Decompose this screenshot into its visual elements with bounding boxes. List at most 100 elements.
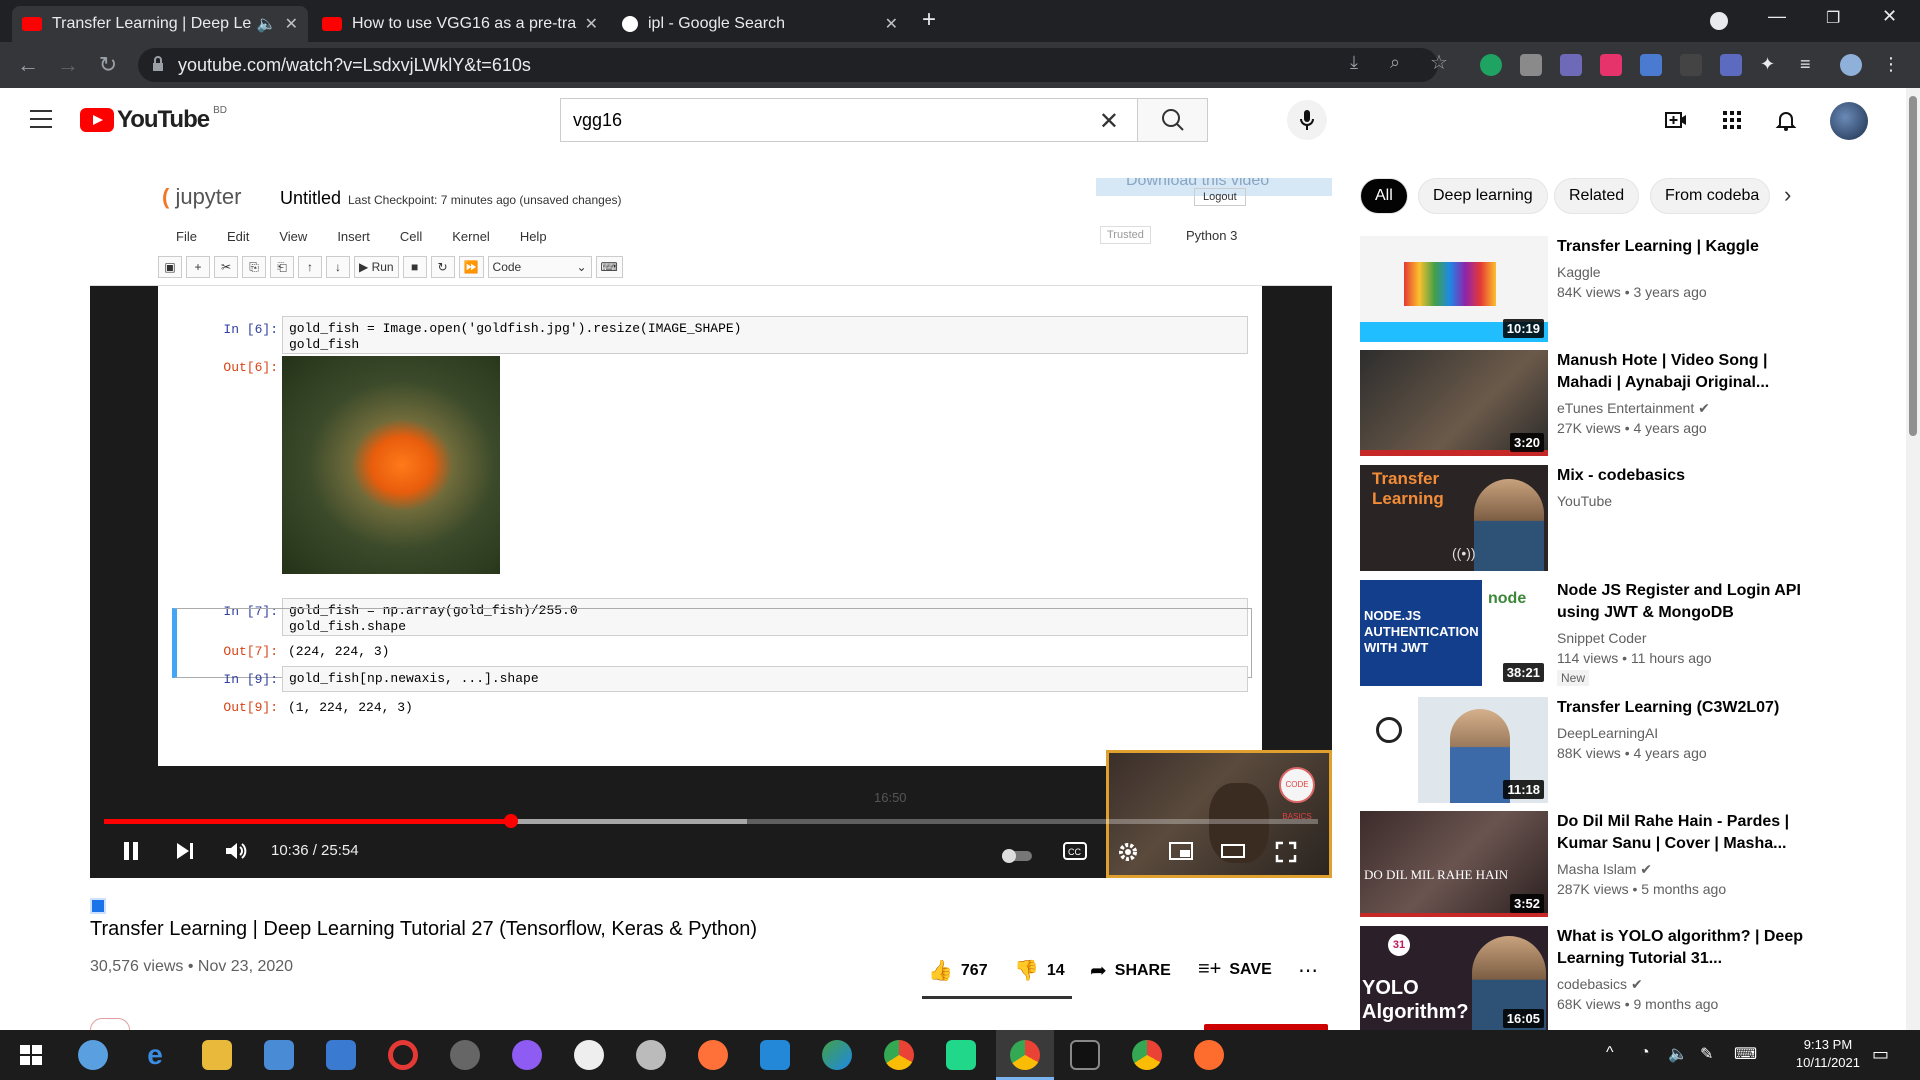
terminal-icon[interactable] (1070, 1040, 1100, 1070)
page-scrollbar[interactable] (1906, 88, 1920, 1030)
back-button[interactable]: ← (14, 52, 42, 78)
file-explorer-icon[interactable] (202, 1040, 232, 1070)
tab-search-button[interactable] (1710, 12, 1728, 30)
miniplayer-button[interactable] (1168, 840, 1194, 868)
inkscape-icon[interactable] (450, 1040, 480, 1070)
autoplay-toggle[interactable] (1000, 844, 1034, 870)
zoom-icon[interactable]: ⌕ (1390, 52, 1400, 73)
extension-icon[interactable] (1680, 54, 1702, 76)
paint-icon[interactable] (636, 1040, 666, 1070)
captions-button[interactable]: CC (1062, 840, 1088, 868)
next-button[interactable] (174, 840, 196, 868)
system-clock[interactable]: 9:13 PM 10/11/2021 (1796, 1036, 1860, 1072)
youtube-logo[interactable]: YouTube BD (80, 105, 227, 134)
recommendation-item[interactable]: DO DIL MIL RAHE HAIN 3:52 Do Dil Mil Rah… (1360, 811, 1860, 917)
scrollbar-thumb[interactable] (1909, 96, 1917, 436)
reload-button[interactable]: ↻ (94, 52, 122, 78)
postman-icon[interactable] (1194, 1040, 1224, 1070)
dislike-button[interactable]: 👎 14 (1014, 958, 1065, 983)
hamburger-menu-icon[interactable] (30, 110, 52, 134)
browser-menu-icon[interactable]: ⋮ (1882, 54, 1904, 76)
profile-avatar[interactable] (1840, 54, 1862, 76)
chrome-icon[interactable] (884, 1040, 914, 1070)
close-tab-icon[interactable]: ✕ (585, 14, 598, 34)
tray-chevron-up-icon[interactable]: ^ (1606, 1044, 1614, 1062)
close-tab-icon[interactable]: ✕ (885, 14, 898, 34)
forward-button[interactable]: → (54, 52, 82, 78)
tab-vgg16[interactable]: How to use VGG16 as a pre-train ✕ (312, 6, 608, 42)
camera-extension-icon[interactable] (1520, 54, 1542, 76)
chip-all[interactable]: All (1360, 178, 1408, 214)
fullscreen-button[interactable] (1274, 840, 1298, 870)
pen-extension-icon[interactable] (1720, 54, 1742, 76)
chevron-right-icon[interactable]: › (1784, 182, 1791, 208)
search-button[interactable] (1137, 99, 1207, 141)
scrubber-knob[interactable] (503, 814, 518, 828)
install-icon[interactable]: ⤓ (1350, 52, 1358, 73)
progress-bar[interactable] (104, 814, 1318, 828)
more-actions-button[interactable]: ⋯ (1298, 958, 1326, 983)
address-bar[interactable]: youtube.com/watch?v=LsdxvjLWklY&t=610s (138, 48, 1438, 82)
theater-mode-icon (1221, 844, 1245, 858)
recommendation-item[interactable]: 31 YOLO Algorithm? 16:05 What is YOLO al… (1360, 926, 1860, 1032)
wifi-icon[interactable]: ◔ (1640, 1044, 1650, 1062)
search-input[interactable]: vgg16 ✕ (560, 98, 1208, 142)
pycharm-icon[interactable] (946, 1040, 976, 1070)
share-button[interactable]: ➦ SHARE (1090, 958, 1171, 983)
close-window-button[interactable]: ✕ (1882, 6, 1897, 27)
recommendation-item[interactable]: NODE.JS AUTHENTICATION WITH JWT node 38:… (1360, 580, 1860, 686)
vscode-icon[interactable] (760, 1040, 790, 1070)
puzzle-extensions-icon[interactable]: ✦ (1760, 54, 1782, 76)
like-button[interactable]: 👍 767 (928, 958, 988, 983)
grammarly-extension-icon[interactable] (1480, 54, 1502, 76)
edge-icon[interactable] (822, 1040, 852, 1070)
windows-start-icon[interactable] (16, 1040, 46, 1070)
settings-button[interactable] (1116, 840, 1140, 870)
chip-from-codebasics[interactable]: From codeba (1650, 178, 1770, 214)
bookmark-star-icon[interactable]: ☆ (1430, 50, 1448, 75)
firefox-icon[interactable] (698, 1040, 728, 1070)
messenger-icon[interactable] (512, 1040, 542, 1070)
mail-icon[interactable] (326, 1040, 356, 1070)
move-up-icon: ↑ (298, 256, 322, 278)
chip-deep-learning[interactable]: Deep learning (1418, 178, 1548, 214)
recommendation-item[interactable]: Transfer Learning ((•)) Mix - codebasics… (1360, 465, 1860, 571)
reading-list-icon[interactable]: ≡ (1800, 54, 1822, 76)
chrome-profile-icon[interactable] (1132, 1040, 1162, 1070)
volume-tray-icon[interactable]: 🔈 (1668, 1044, 1688, 1064)
opera-icon[interactable] (388, 1040, 418, 1070)
new-tab-button[interactable]: + (922, 6, 936, 34)
apps-grid-icon[interactable] (1720, 108, 1744, 132)
account-avatar[interactable] (1830, 102, 1868, 140)
create-video-icon[interactable] (1664, 108, 1688, 132)
edge-legacy-icon[interactable]: e (140, 1040, 170, 1070)
restore-button[interactable]: ❐ (1826, 8, 1840, 28)
tab-transfer-learning[interactable]: Transfer Learning | Deep Lear 🔈 ✕ (12, 6, 308, 42)
tab-google-search[interactable]: ipl - Google Search ✕ (612, 6, 908, 42)
video-player[interactable]: ( jupyter Untitled Last Checkpoint: 7 mi… (90, 178, 1332, 878)
theater-mode-button[interactable] (1220, 840, 1246, 868)
pen-tray-icon[interactable]: ✎ (1700, 1044, 1713, 1064)
store-icon[interactable] (264, 1040, 294, 1070)
pause-button[interactable] (120, 840, 142, 868)
recommendation-item[interactable]: 3:20 Manush Hote | Video Song | Mahadi |… (1360, 350, 1860, 456)
chip-related[interactable]: Related (1554, 178, 1640, 214)
keyboard-tray-icon[interactable]: ⌨ (1734, 1044, 1757, 1064)
channel-avatar[interactable] (90, 1018, 130, 1030)
recommendation-item[interactable]: 11:18 Transfer Learning (C3W2L07) DeepLe… (1360, 697, 1860, 803)
voice-search-button[interactable] (1287, 100, 1327, 140)
active-chrome-taskbar-item[interactable] (996, 1030, 1054, 1080)
play-extension-icon[interactable] (1600, 54, 1622, 76)
volume-button[interactable] (224, 840, 248, 868)
close-tab-icon[interactable]: ✕ (285, 14, 298, 34)
recommendation-item[interactable]: 10:19 Transfer Learning | Kaggle Kaggle … (1360, 236, 1860, 342)
minimize-button[interactable]: — (1768, 6, 1786, 27)
github-icon[interactable] (574, 1040, 604, 1070)
qbittorrent-icon[interactable] (78, 1040, 108, 1070)
notifications-bell-icon[interactable] (1774, 108, 1798, 132)
save-button[interactable]: ≡+ SAVE (1198, 958, 1272, 981)
clear-search-icon[interactable]: ✕ (1099, 107, 1119, 136)
extension-icon[interactable] (1560, 54, 1582, 76)
download-extension-icon[interactable] (1640, 54, 1662, 76)
notifications-center-icon[interactable]: ▭ (1872, 1044, 1889, 1065)
